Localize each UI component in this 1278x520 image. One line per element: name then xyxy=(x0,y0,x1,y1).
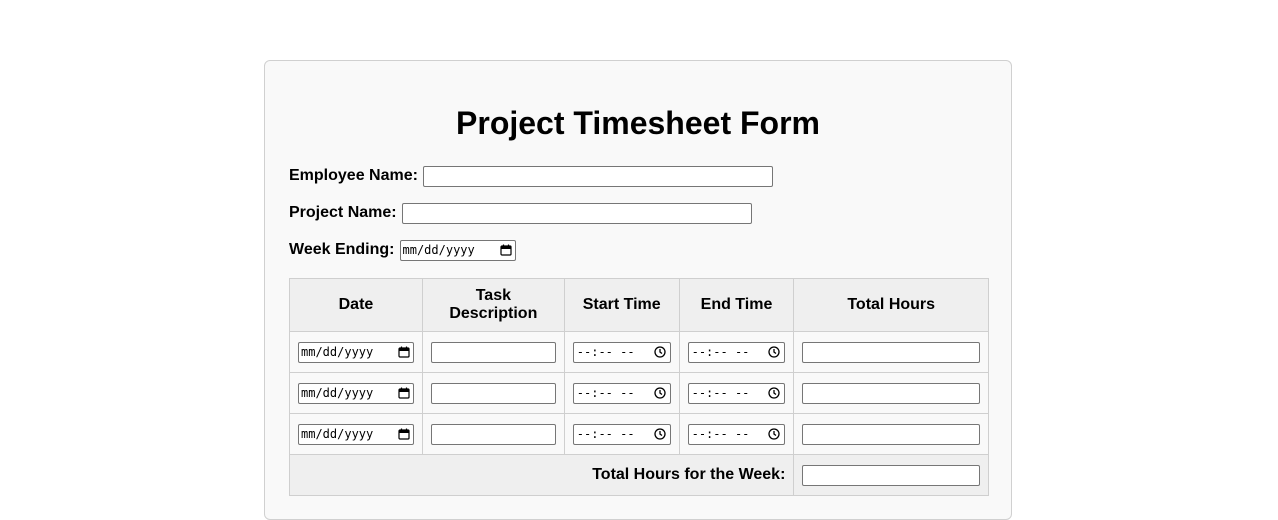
table-row: mm/dd/yyyy --:-- -- --:-- -- xyxy=(289,331,989,373)
end-time-placeholder: --:-- -- xyxy=(691,386,750,400)
calendar-icon[interactable] xyxy=(398,346,410,358)
date-cell: mm/dd/yyyy xyxy=(289,331,423,373)
date-cell: mm/dd/yyyy xyxy=(289,372,423,414)
header-task-line1: Task xyxy=(475,287,511,304)
project-name-row: Project Name: xyxy=(289,202,752,224)
page-title: Project Timesheet Form xyxy=(456,105,820,141)
row-date-input[interactable]: mm/dd/yyyy xyxy=(298,382,414,404)
total-hours-input[interactable] xyxy=(802,382,980,404)
week-ending-placeholder: mm/dd/yyyy xyxy=(402,243,475,257)
start-cell: --:-- -- xyxy=(563,331,680,373)
end-time-placeholder: --:-- -- xyxy=(691,427,750,441)
week-ending-date-input[interactable]: mm/dd/yyyy xyxy=(399,239,516,261)
total-hours-cell xyxy=(793,372,989,414)
weekly-total-label: Total Hours for the Week: xyxy=(288,454,795,496)
clock-icon[interactable] xyxy=(768,346,781,358)
task-cell xyxy=(421,331,565,373)
timesheet-table: Date Task Description Start Time End Tim… xyxy=(288,278,989,496)
weekly-total-cell xyxy=(793,454,989,496)
start-time-input[interactable]: --:-- -- xyxy=(572,423,671,445)
end-cell: --:-- -- xyxy=(678,331,795,373)
table-header-row: Date Task Description Start Time End Tim… xyxy=(289,278,989,332)
header-task-description: Task Description xyxy=(421,278,565,332)
header-date: Date xyxy=(289,278,423,332)
task-description-input[interactable] xyxy=(430,423,556,445)
employee-name-row: Employee Name: xyxy=(289,165,773,187)
table-row: mm/dd/yyyy --:-- -- --:-- -- xyxy=(289,413,989,455)
header-start-time: Start Time xyxy=(563,278,680,332)
task-description-input[interactable] xyxy=(430,341,556,363)
start-cell: --:-- -- xyxy=(563,372,680,414)
project-name-input[interactable] xyxy=(401,202,752,224)
calendar-icon[interactable] xyxy=(398,428,410,440)
total-hours-cell xyxy=(793,413,989,455)
clock-icon[interactable] xyxy=(653,428,666,440)
week-ending-row: Week Ending: mm/dd/yyyy xyxy=(289,239,516,261)
total-hours-cell xyxy=(793,331,989,373)
total-hours-input[interactable] xyxy=(802,341,980,363)
clock-icon[interactable] xyxy=(768,428,781,440)
task-description-input[interactable] xyxy=(430,382,556,404)
clock-icon[interactable] xyxy=(653,387,666,399)
header-end-time: End Time xyxy=(678,278,795,332)
start-time-placeholder: --:-- -- xyxy=(576,427,635,441)
header-task-line2: Description xyxy=(449,305,538,322)
row-date-placeholder: mm/dd/yyyy xyxy=(301,345,374,359)
end-time-input[interactable]: --:-- -- xyxy=(687,341,786,363)
weekly-total-row: Total Hours for the Week: xyxy=(288,454,989,496)
end-time-input[interactable]: --:-- -- xyxy=(687,382,786,404)
employee-name-input[interactable] xyxy=(422,165,773,187)
end-cell: --:-- -- xyxy=(678,372,795,414)
timesheet-card: Project Timesheet Form Employee Name: Pr… xyxy=(264,60,1012,520)
end-cell: --:-- -- xyxy=(678,413,795,455)
end-time-placeholder: --:-- -- xyxy=(691,345,750,359)
start-time-input[interactable]: --:-- -- xyxy=(572,382,671,404)
clock-icon[interactable] xyxy=(653,346,666,358)
row-date-input[interactable]: mm/dd/yyyy xyxy=(298,341,414,363)
week-ending-label: Week Ending: xyxy=(289,241,395,258)
start-cell: --:-- -- xyxy=(563,413,680,455)
end-time-input[interactable]: --:-- -- xyxy=(687,423,786,445)
calendar-icon[interactable] xyxy=(499,244,512,256)
project-name-label: Project Name: xyxy=(289,204,397,221)
table-row: mm/dd/yyyy --:-- -- --:-- -- xyxy=(289,372,989,414)
task-cell xyxy=(421,413,565,455)
header-total-hours: Total Hours xyxy=(793,278,989,332)
task-cell xyxy=(421,372,565,414)
weekly-total-input[interactable] xyxy=(802,464,980,486)
row-date-placeholder: mm/dd/yyyy xyxy=(301,427,374,441)
employee-name-label: Employee Name: xyxy=(289,167,418,184)
row-date-placeholder: mm/dd/yyyy xyxy=(301,386,374,400)
calendar-icon[interactable] xyxy=(398,387,410,399)
date-cell: mm/dd/yyyy xyxy=(289,413,423,455)
total-hours-input[interactable] xyxy=(802,423,980,445)
row-date-input[interactable]: mm/dd/yyyy xyxy=(298,423,414,445)
start-time-input[interactable]: --:-- -- xyxy=(572,341,671,363)
clock-icon[interactable] xyxy=(768,387,781,399)
start-time-placeholder: --:-- -- xyxy=(576,345,635,359)
start-time-placeholder: --:-- -- xyxy=(576,386,635,400)
